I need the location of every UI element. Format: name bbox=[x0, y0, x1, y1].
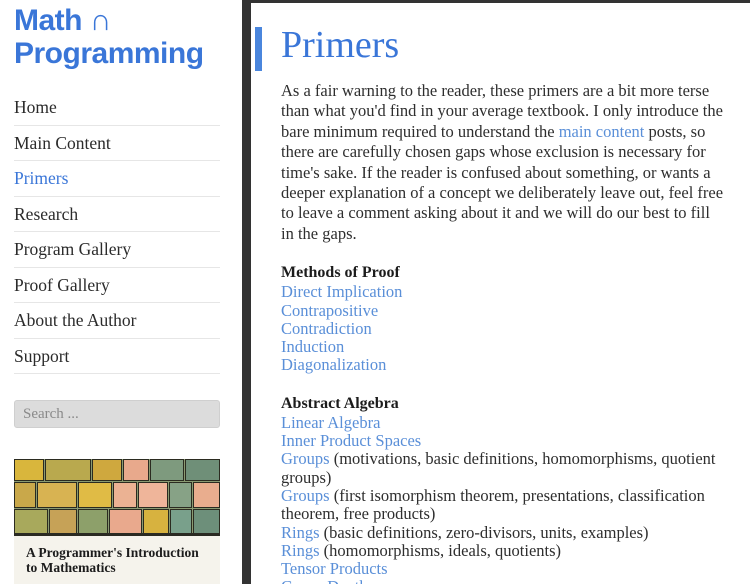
book-cover-tile bbox=[170, 509, 192, 533]
book-cover-tile bbox=[14, 482, 36, 508]
primer-link[interactable]: Direct Implication bbox=[281, 282, 402, 301]
search-input[interactable] bbox=[14, 400, 220, 428]
book-cover-tile bbox=[92, 459, 122, 481]
sidebar-item-main-content[interactable]: Main Content bbox=[14, 126, 220, 161]
book-cover-tile bbox=[109, 509, 142, 533]
primer-entry: Inner Product Spaces bbox=[281, 431, 726, 450]
section-heading: Methods of Proof bbox=[281, 264, 400, 282]
book-cover-tile bbox=[193, 482, 220, 508]
primer-link[interactable]: Linear Algebra bbox=[281, 414, 380, 432]
primer-link[interactable]: Rings bbox=[281, 541, 320, 560]
book-promo[interactable]: A Programmer's Introduction to Mathemati… bbox=[14, 459, 220, 584]
book-cover-tile bbox=[45, 459, 91, 481]
book-cover-tile bbox=[138, 482, 168, 508]
primer-link[interactable]: Groups bbox=[281, 486, 330, 505]
book-cover-image bbox=[14, 459, 220, 536]
section-methods-of-proof: Methods of Proof Direct Implication Contr… bbox=[281, 263, 726, 374]
book-cover-tile bbox=[193, 509, 220, 533]
sidebar-item-research[interactable]: Research bbox=[14, 197, 220, 232]
primer-entry: Group Depth bbox=[281, 578, 726, 584]
main-content: Primers As a fair warning to the reader,… bbox=[251, 0, 750, 584]
content-body: As a fair warning to the reader, these p… bbox=[251, 81, 738, 584]
primer-note: (first isomorphism theorem, presentation… bbox=[281, 485, 705, 524]
sidebar-item-program-gallery[interactable]: Program Gallery bbox=[14, 232, 220, 268]
book-title: A Programmer's Introduction to Mathemati… bbox=[14, 536, 220, 584]
page-title-row: Primers bbox=[251, 3, 738, 81]
primer-link[interactable]: Group Depth bbox=[281, 577, 368, 584]
section-abstract-algebra: Abstract Algebra Linear Algebra Inner Pro… bbox=[281, 394, 726, 584]
primer-note: (homomorphisms, ideals, quotients) bbox=[319, 540, 562, 560]
primer-link[interactable]: Groups bbox=[281, 449, 330, 468]
book-cover-tile bbox=[185, 459, 220, 481]
title-accent-bar bbox=[255, 27, 262, 71]
sidebar-item-proof-gallery[interactable]: Proof Gallery bbox=[14, 268, 220, 303]
sidebar-item-home[interactable]: Home bbox=[14, 90, 220, 126]
main-content-link[interactable]: main content bbox=[559, 122, 645, 141]
book-cover-tile bbox=[123, 459, 149, 481]
primer-entry: Diagonalization bbox=[281, 356, 726, 374]
section-heading: Abstract Algebra bbox=[281, 394, 399, 412]
primer-entry: Induction bbox=[281, 337, 726, 356]
page-title: Primers bbox=[281, 24, 400, 66]
primer-entry: Rings (basic definitions, zero-divisors,… bbox=[281, 522, 726, 542]
primer-entry: Rings (homomorphisms, ideals, quotients) bbox=[281, 540, 726, 560]
book-cover-tile bbox=[78, 509, 108, 533]
intro-paragraph: As a fair warning to the reader, these p… bbox=[281, 81, 726, 244]
primer-link[interactable]: Tensor Products bbox=[281, 559, 388, 578]
primer-link[interactable]: Induction bbox=[281, 337, 344, 356]
primer-note: (motivations, basic definitions, homomor… bbox=[281, 449, 716, 487]
sidebar-item-support[interactable]: Support bbox=[14, 339, 220, 374]
section-entry-list: Direct Implication Contrapositive Contradi… bbox=[281, 283, 726, 374]
sidebar-content-divider bbox=[242, 0, 251, 584]
primer-entry: Direct Implication bbox=[281, 283, 726, 301]
book-cover-tile bbox=[14, 459, 44, 481]
book-cover-tile bbox=[150, 459, 184, 481]
sidebar-item-about-the-author[interactable]: About the Author bbox=[14, 303, 220, 339]
book-cover-tile bbox=[143, 509, 169, 533]
primer-entry: Contrapositive bbox=[281, 301, 726, 320]
primer-link[interactable]: Inner Product Spaces bbox=[281, 431, 421, 450]
sidebar: Math ∩ Programming Home Main Content Pri… bbox=[0, 0, 242, 584]
primer-note: (basic definitions, zero-divisors, units… bbox=[319, 522, 649, 542]
book-cover-tile bbox=[113, 482, 137, 508]
site-title[interactable]: Math ∩ Programming bbox=[14, 2, 224, 70]
book-cover-tile bbox=[37, 482, 77, 508]
primer-entry: Groups (motivations, basic definitions, … bbox=[281, 450, 726, 487]
primer-entry: Tensor Products bbox=[281, 559, 726, 578]
primer-link[interactable]: Rings bbox=[281, 523, 320, 542]
primer-entry: Contradiction bbox=[281, 319, 726, 338]
book-cover-tile bbox=[78, 482, 112, 508]
primer-entry: Groups (first isomorphism theorem, prese… bbox=[281, 485, 726, 524]
primer-link[interactable]: Diagonalization bbox=[281, 355, 386, 374]
sidebar-nav: Home Main Content Primers Research Progr… bbox=[14, 90, 220, 374]
search-container bbox=[14, 400, 220, 428]
section-entry-list: Linear Algebra Inner Product Spaces Groups… bbox=[281, 414, 726, 584]
book-cover-tile bbox=[14, 509, 48, 533]
book-cover-tile bbox=[169, 482, 192, 508]
primer-link[interactable]: Contradiction bbox=[281, 319, 372, 338]
book-cover-tile bbox=[49, 509, 77, 533]
primer-entry: Linear Algebra bbox=[281, 414, 726, 432]
sidebar-item-primers[interactable]: Primers bbox=[14, 161, 220, 197]
primer-link[interactable]: Contrapositive bbox=[281, 301, 378, 320]
